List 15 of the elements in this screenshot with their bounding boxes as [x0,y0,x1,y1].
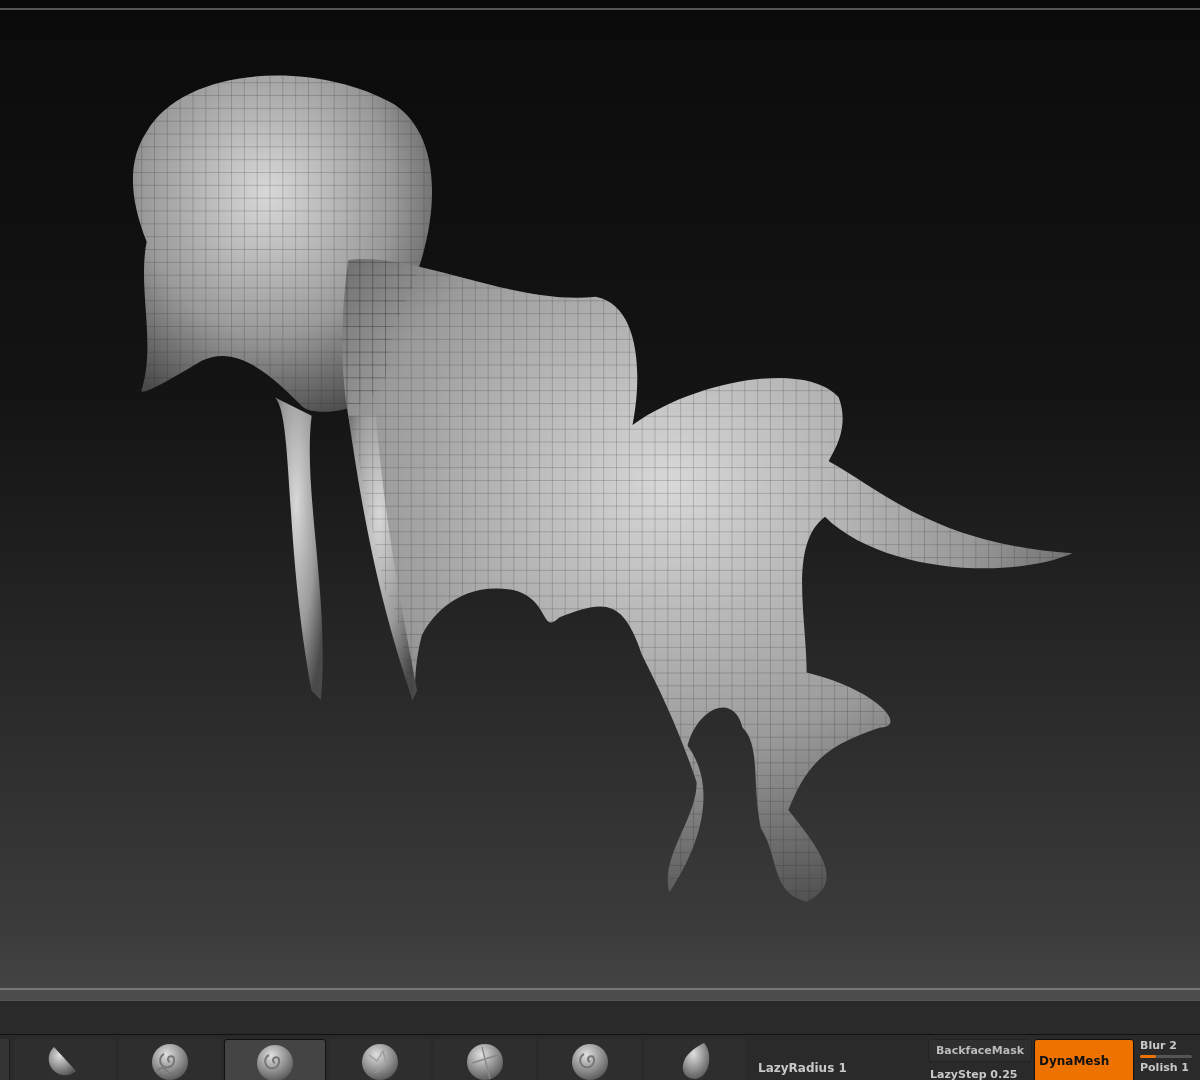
lazy-radius-label[interactable]: LazyRadius 1 [758,1061,928,1075]
lazy-step-label[interactable]: LazyStep 0.25 [928,1068,1032,1080]
brush-thumbnail[interactable] [644,1039,746,1080]
brush-thumbnail[interactable] [119,1039,221,1080]
backface-mask-button[interactable]: BackfaceMask [928,1039,1032,1062]
dynamesh-button[interactable]: DynaMesh [1034,1039,1134,1080]
blur-label: Blur 2 [1140,1039,1178,1052]
brush-thumbnail[interactable] [224,1039,326,1080]
polish-label[interactable]: Polish 1 [1140,1061,1192,1074]
brush-thumbnail[interactable] [14,1039,116,1080]
blur-slider[interactable] [1140,1055,1192,1058]
brush-thumbnail[interactable] [434,1039,536,1080]
brush-thumbnail[interactable] [0,1039,10,1080]
brush-thumbnail[interactable] [329,1039,431,1080]
brush-thumbnail[interactable] [539,1039,641,1080]
